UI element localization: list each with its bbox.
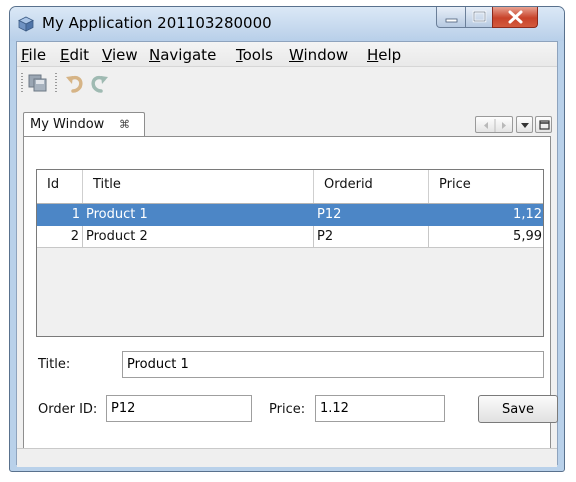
title-field[interactable] (122, 351, 544, 378)
tab-my-window[interactable]: My Window ⌘ (23, 112, 145, 138)
cell-price: 5,99 (513, 229, 542, 244)
app-cube-icon (18, 16, 34, 32)
cell-price: 1,12 (513, 207, 542, 222)
title-bar[interactable]: My Application 201103280000 (10, 7, 564, 41)
toolbar-grip[interactable] (21, 73, 23, 93)
toolbar-separator (55, 73, 57, 93)
window-title: My Application 201103280000 (42, 14, 272, 32)
undo-icon (66, 75, 83, 93)
menu-navigate[interactable]: Navigate (149, 46, 216, 64)
order-id-label: Order ID: (38, 402, 98, 417)
tab-close-icon[interactable]: ⌘ (119, 118, 130, 131)
menu-bar: File Edit View Navigate Tools Window Hel… (17, 42, 557, 67)
cell-title: Product 2 (83, 226, 314, 248)
close-button[interactable] (492, 7, 538, 28)
my-window-panel: Id Title Orderid Price 1 Product 1 P12 1… (23, 136, 558, 454)
menu-help[interactable]: Help (367, 46, 401, 64)
menu-file[interactable]: File (21, 46, 46, 64)
cell-title: Product 1 (86, 207, 148, 222)
save-button[interactable]: Save (478, 395, 558, 423)
redo-button[interactable] (89, 72, 111, 94)
tab-list-button[interactable] (516, 116, 533, 133)
toolbar (17, 67, 557, 97)
maximize-button[interactable] (465, 7, 493, 28)
maximize-icon (472, 10, 487, 23)
menu-view[interactable]: View (102, 46, 138, 64)
undo-button[interactable] (63, 72, 85, 94)
cell-id: 1 (71, 207, 80, 222)
column-header-orderid[interactable]: Orderid (314, 170, 429, 203)
tab-strip: My Window ⌘ (23, 110, 552, 138)
chevron-down-icon (521, 123, 529, 128)
table-row[interactable]: 1 Product 1 P12 1,12 (37, 204, 543, 226)
save-all-button[interactable] (27, 72, 49, 94)
minimize-button[interactable] (436, 7, 466, 28)
table-row[interactable]: 2 Product 2 P2 5,99 (37, 226, 543, 248)
price-label: Price: (269, 402, 306, 417)
menu-window[interactable]: Window (289, 46, 348, 64)
table-header: Id Title Orderid Price (37, 170, 543, 204)
order-id-field[interactable] (106, 395, 252, 422)
tab-label: My Window (30, 117, 105, 132)
column-header-price[interactable]: Price (429, 170, 543, 203)
application-window: My Application 201103280000 File Edit Vi… (9, 6, 565, 472)
close-icon (508, 10, 523, 24)
restore-window-icon (539, 120, 550, 130)
redo-icon (91, 75, 108, 93)
menu-tools[interactable]: Tools (236, 46, 273, 64)
minimize-icon (445, 18, 458, 23)
cell-orderid: P12 (317, 207, 342, 222)
status-bar (17, 448, 557, 467)
title-label: Title: (38, 357, 71, 372)
column-header-id[interactable]: Id (37, 170, 83, 203)
scroll-left-right-icon (484, 119, 506, 132)
cell-orderid: P2 (314, 226, 429, 248)
save-all-icon (28, 74, 47, 92)
tab-scroll-buttons[interactable] (475, 116, 513, 133)
maximize-tab-button[interactable] (535, 116, 552, 133)
product-table[interactable]: Id Title Orderid Price 1 Product 1 P12 1… (36, 169, 544, 337)
price-field[interactable] (315, 395, 445, 422)
window-client-area: File Edit View Navigate Tools Window Hel… (16, 41, 558, 467)
column-header-title[interactable]: Title (83, 170, 314, 203)
menu-edit[interactable]: Edit (60, 46, 89, 64)
cell-id: 2 (37, 226, 83, 248)
